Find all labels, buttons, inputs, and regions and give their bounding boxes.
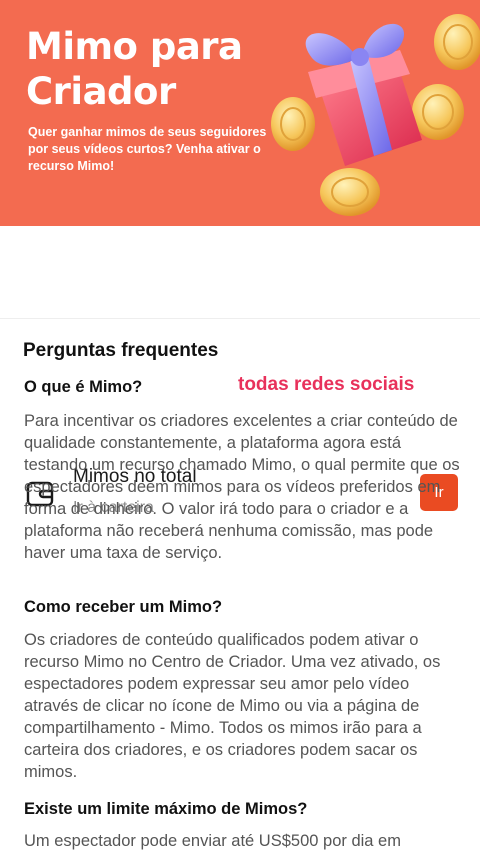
banner-title: Mimo para Criador: [26, 24, 266, 114]
faq-question: Existe um limite máximo de Mimos?: [24, 800, 308, 818]
promo-banner: Mimo para Criador Quer ganhar mimos de s…: [0, 0, 480, 226]
banner-title-line-2: Criador: [26, 70, 176, 113]
faq-answer: Para incentivar os criadores excelentes …: [24, 412, 460, 562]
coin-icon: [320, 168, 380, 216]
coin-icon: [412, 84, 464, 140]
gift-box-icon: [305, 23, 422, 166]
wallet-row[interactable]: Mimos no total Ir à carteira Ir: [0, 226, 480, 516]
faq-question: Como receber um Mimo?: [24, 598, 223, 616]
faq-heading: Perguntas frequentes: [23, 340, 219, 361]
banner-title-line-1: Mimo para: [26, 25, 243, 68]
faq-question: O que é Mimo?: [24, 378, 143, 396]
coin-icon: [271, 97, 315, 151]
banner-subtitle: Quer ganhar mimos de seus seguidores por…: [28, 125, 267, 173]
coin-icon: [434, 14, 480, 70]
overlay-caption: todas redes sociais: [238, 374, 415, 395]
gift-illustration: [271, 14, 480, 216]
faq-answer: Os criadores de conteúdo qualificados po…: [24, 631, 441, 781]
faq-answer: Um espectador pode enviar até US$500 por…: [24, 832, 401, 850]
